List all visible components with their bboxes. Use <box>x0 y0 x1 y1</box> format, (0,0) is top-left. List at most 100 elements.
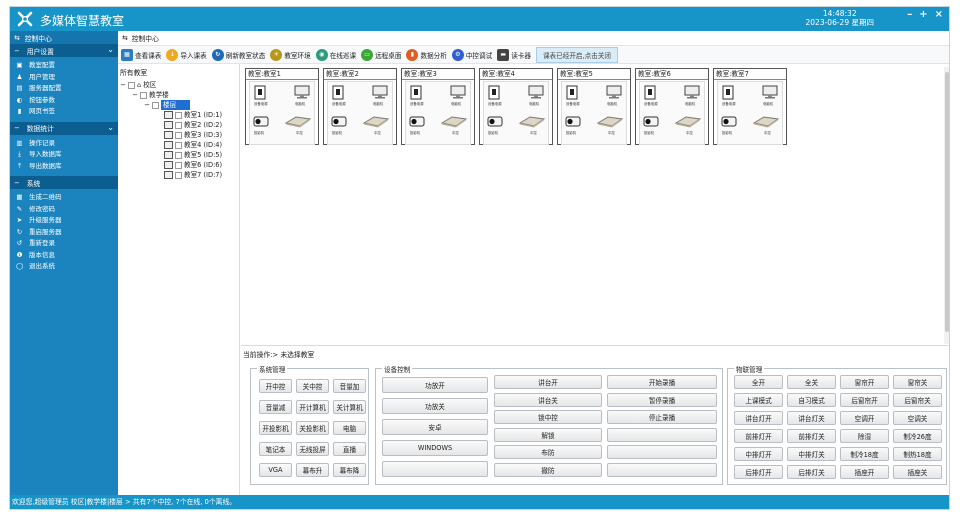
console-device[interactable]: 中控 <box>518 114 546 135</box>
tree-checkbox[interactable] <box>175 171 182 179</box>
device-button[interactable]: 解锁 <box>494 427 602 442</box>
projector-device[interactable]: 投影机 <box>643 116 659 135</box>
tree-checkbox[interactable] <box>175 161 182 169</box>
system-button[interactable]: 音量加 <box>333 379 366 393</box>
tree-toggle-icon[interactable]: − <box>132 90 138 100</box>
toolbar-button-4[interactable]: ◉ 在线巡课 <box>315 48 356 61</box>
tree-checkbox[interactable] <box>152 101 159 109</box>
power-device[interactable]: 设备电源 <box>566 85 580 106</box>
iot-button[interactable]: 讲台灯关 <box>787 411 836 425</box>
iot-button[interactable]: 上课模式 <box>734 393 783 407</box>
minimize-icon[interactable]: – <box>907 9 912 20</box>
projector-device[interactable]: 投影机 <box>253 116 269 135</box>
iot-button[interactable]: 中排灯关 <box>787 447 836 461</box>
iot-button[interactable]: 插座开 <box>840 465 889 479</box>
tree-toggle-icon[interactable]: − <box>120 80 126 90</box>
room-card[interactable]: 教室:教室5 设备电源 电脑机 投影机 中控 <box>557 68 631 145</box>
room-card[interactable]: 教室:教室3 设备电源 电脑机 投影机 中控 <box>401 68 475 145</box>
tree-checkbox[interactable] <box>175 111 182 119</box>
power-device[interactable]: 设备电源 <box>410 85 424 106</box>
sidebar-item[interactable]: ▣ 教室配置 <box>10 60 118 72</box>
toolbar-button-7[interactable]: ⚙ 中控调试 <box>451 48 492 61</box>
power-device[interactable]: 设备电源 <box>722 85 736 106</box>
sidebar-item[interactable]: ▤ 服务器配置 <box>10 83 118 95</box>
schedule-status[interactable]: 课表已经开启,点击关闭 <box>535 46 619 63</box>
room-card[interactable]: 教室:教室4 设备电源 电脑机 投影机 中控 <box>479 68 553 145</box>
iot-button[interactable]: 前排灯开 <box>734 429 783 443</box>
device-button[interactable]: WINDOWS <box>382 440 488 456</box>
scroll-thumb[interactable] <box>945 72 949 332</box>
console-device[interactable]: 中控 <box>362 114 390 135</box>
device-button[interactable]: 讲台关 <box>494 392 602 407</box>
device-button[interactable] <box>607 445 717 459</box>
tree-node-building[interactable]: − 教学楼 <box>120 90 237 100</box>
sidebar-item[interactable]: ◐ 按钮参数 <box>10 95 118 107</box>
device-button[interactable] <box>382 461 488 477</box>
console-device[interactable]: 中控 <box>752 114 780 135</box>
tree-node-room[interactable]: 教室5 (ID:5) <box>120 150 237 160</box>
iot-button[interactable]: 窗帘关 <box>893 375 942 389</box>
console-device[interactable]: 中控 <box>674 114 702 135</box>
maximize-icon[interactable]: + <box>919 9 927 20</box>
system-button[interactable]: 音量减 <box>259 400 292 414</box>
system-button[interactable]: 关中控 <box>296 379 329 393</box>
tree-node-campus[interactable]: − ⌂ 校区 <box>120 80 237 90</box>
system-button[interactable]: 电脑 <box>333 421 366 435</box>
iot-button[interactable]: 窗帘开 <box>840 375 889 389</box>
toolbar-button-0[interactable]: ▦ 查看课表 <box>121 48 161 61</box>
pc-device[interactable]: 电脑机 <box>762 85 778 106</box>
pc-device[interactable]: 电脑机 <box>372 85 388 106</box>
system-button[interactable]: 开中控 <box>259 379 292 393</box>
power-device[interactable]: 设备电源 <box>644 85 658 106</box>
toolbar-button-5[interactable]: ▭ 远程桌面 <box>361 48 401 61</box>
pc-device[interactable]: 电脑机 <box>606 85 622 106</box>
sidebar-item[interactable]: ▮ 网页书签 <box>10 106 118 118</box>
system-button[interactable]: VGA <box>259 463 292 477</box>
system-button[interactable]: 关计算机 <box>333 400 366 414</box>
console-device[interactable]: 中控 <box>596 114 624 135</box>
room-card[interactable]: 教室:教室7 设备电源 电脑机 投影机 中控 <box>713 68 787 145</box>
system-button[interactable]: 开投影机 <box>259 421 292 435</box>
tree-node-room[interactable]: 教室7 (ID:7) <box>120 170 237 180</box>
device-button[interactable]: 布防 <box>494 445 602 459</box>
sidebar-group-0[interactable]: − 用户设置 ⌄ <box>10 44 118 57</box>
sidebar-item[interactable]: ➤ 升级服务器 <box>10 215 118 227</box>
tree-checkbox[interactable] <box>175 131 182 139</box>
device-button[interactable]: 开始录播 <box>607 375 717 389</box>
sidebar-item[interactable]: ♟ 用户管理 <box>10 72 118 84</box>
tree-node-room[interactable]: 教室2 (ID:2) <box>120 120 237 130</box>
projector-device[interactable]: 投影机 <box>409 116 425 135</box>
tree-node-room[interactable]: 教室1 (ID:1) <box>120 110 237 120</box>
power-device[interactable]: 设备电源 <box>488 85 502 106</box>
iot-button[interactable]: 全开 <box>734 375 783 389</box>
tree-node-room[interactable]: 教室6 (ID:6) <box>120 160 237 170</box>
pc-device[interactable]: 电脑机 <box>684 85 700 106</box>
projector-device[interactable]: 投影机 <box>565 116 581 135</box>
toolbar-button-3[interactable]: ☀ 教室环境 <box>270 48 311 61</box>
toolbar-button-2[interactable]: ↻ 刷新教室状态 <box>211 48 265 61</box>
projector-device[interactable]: 投影机 <box>721 116 737 135</box>
projector-device[interactable]: 投影机 <box>331 116 347 135</box>
pc-device[interactable]: 电脑机 <box>450 85 466 106</box>
room-card[interactable]: 教室:教室2 设备电源 电脑机 投影机 中控 <box>323 68 397 145</box>
sidebar-group-2[interactable]: − 系统 <box>10 176 118 189</box>
iot-button[interactable]: 后排灯关 <box>787 465 836 479</box>
device-button[interactable]: 暂停录播 <box>607 392 717 407</box>
toolbar-button-1[interactable]: ↓ 导入课表 <box>166 48 207 61</box>
device-button[interactable]: 讲台开 <box>494 375 602 389</box>
sidebar-item[interactable]: ⤓ 导入数据库 <box>10 149 118 161</box>
system-button[interactable]: 幕布升 <box>296 463 329 477</box>
device-button[interactable]: 撤防 <box>494 462 602 477</box>
pc-device[interactable]: 电脑机 <box>528 85 544 106</box>
sidebar-group-1[interactable]: − 数据统计 ⌄ <box>10 121 118 135</box>
power-device[interactable]: 设备电源 <box>254 85 268 106</box>
iot-button[interactable]: 空调开 <box>840 411 889 425</box>
console-device[interactable]: 中控 <box>284 114 312 135</box>
iot-button[interactable]: 后排灯开 <box>734 465 783 479</box>
power-device[interactable]: 设备电源 <box>332 85 346 106</box>
iot-button[interactable]: 除湿 <box>840 429 889 443</box>
room-card[interactable]: 教室:教室6 设备电源 电脑机 投影机 中控 <box>635 68 709 145</box>
tree-checkbox[interactable] <box>140 91 147 99</box>
sidebar-item[interactable]: ⤒ 导出数据库 <box>10 161 118 173</box>
tree-checkbox[interactable] <box>128 81 135 89</box>
